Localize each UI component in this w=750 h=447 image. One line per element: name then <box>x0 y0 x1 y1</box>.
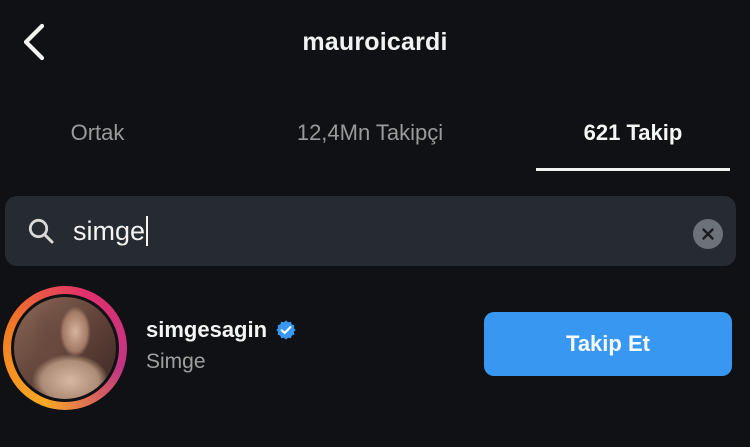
verified-badge-icon <box>276 320 296 340</box>
search-field-value: simge <box>73 215 149 247</box>
text-cursor <box>146 216 149 246</box>
full-name: Simge <box>146 350 206 373</box>
clear-icon <box>702 228 714 240</box>
active-tab-indicator <box>536 168 730 171</box>
search-input[interactable]: simge <box>5 196 736 266</box>
username[interactable]: simgesagin <box>146 317 267 343</box>
tab-ortak[interactable]: Ortak <box>30 100 165 166</box>
story-ring <box>3 286 127 410</box>
page-title: mauroicardi <box>302 28 448 56</box>
tab-followers[interactable]: 12,4Mn Takipçi <box>235 100 505 166</box>
search-icon <box>28 218 54 244</box>
search-query: simge <box>73 216 146 246</box>
list-item[interactable]: simgesagin Simge Takip Et <box>0 276 750 426</box>
tab-following[interactable]: 621 Takip <box>536 100 730 166</box>
clear-search-button[interactable] <box>693 219 723 249</box>
follow-button[interactable]: Takip Et <box>484 312 732 376</box>
username-line: simgesagin <box>146 317 297 343</box>
tabs-bar: Ortak 12,4Mn Takipçi 621 Takip <box>0 100 750 174</box>
avatar[interactable] <box>11 294 119 402</box>
header: mauroicardi <box>0 0 750 90</box>
instagram-following-screen: mauroicardi Ortak 12,4Mn Takipçi 621 Tak… <box>0 0 750 447</box>
